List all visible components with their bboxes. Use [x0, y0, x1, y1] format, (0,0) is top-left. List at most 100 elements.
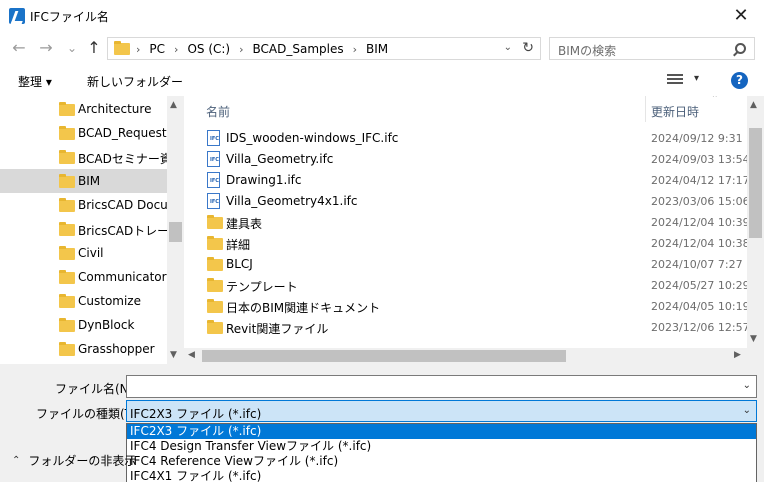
search-box[interactable]: BIMの検索 [549, 37, 755, 60]
breadcrumb-pc[interactable]: PC [149, 42, 165, 56]
sidebar-item-grasshopper[interactable]: Grasshopper [0, 337, 167, 361]
scroll-down-icon[interactable]: ▼ [170, 350, 177, 360]
new-folder-button[interactable]: 新しいフォルダー [87, 73, 183, 90]
breadcrumb-bim[interactable]: BIM [366, 42, 388, 56]
hide-folders-label: フォルダーの非表示 [28, 454, 137, 468]
title-bar: IFCファイル名 ✕ [0, 0, 764, 31]
sidebar-item-architecture[interactable]: Architecture [0, 97, 167, 121]
search-icon[interactable] [735, 43, 746, 54]
ifc-file-icon [207, 151, 221, 167]
filetype-option[interactable]: IFC4X1 ファイル (*.ifc) [127, 469, 756, 482]
chevron-down-icon[interactable]: ⌄ [743, 380, 751, 391]
back-arrow-icon[interactable]: ← [10, 39, 28, 57]
chevron-down-icon[interactable]: ⌄ [743, 405, 751, 416]
sidebar-item-bcad-requests[interactable]: BCAD_Requests [0, 121, 173, 145]
breadcrumb-drive[interactable]: OS (C:) [187, 42, 230, 56]
sidebar-item-label: Civil [78, 246, 104, 260]
file-name: BLCJ [226, 257, 253, 271]
folder-row[interactable]: BLCJ 2024/10/07 7:27 [184, 254, 747, 275]
sidebar-item-bim[interactable]: BIM [0, 169, 167, 193]
folder-icon [59, 198, 75, 212]
breadcrumb-sep: › [136, 42, 141, 56]
scrollbar-corner [747, 348, 764, 364]
scroll-right-icon[interactable]: ▶ [734, 350, 741, 360]
hide-folders-button[interactable]: ⌃ フォルダーの非表示 [12, 452, 136, 469]
folder-icon [59, 150, 75, 164]
folder-icon [59, 246, 75, 260]
file-date: 2023/03/06 15:06 [651, 195, 750, 208]
ifc-file-icon [207, 130, 221, 146]
file-name: Villa_Geometry4x1.ifc [226, 194, 358, 208]
file-list-vertical-scrollbar[interactable]: ▲ ▼ [747, 96, 764, 348]
file-name: Drawing1.ifc [226, 173, 302, 187]
scroll-up-icon[interactable]: ▲ [170, 100, 177, 110]
folder-row[interactable]: テンプレート 2024/05/27 10:29 [184, 275, 750, 296]
filetype-option[interactable]: IFC4 Reference Viewファイル (*.ifc) [127, 454, 756, 469]
file-date: 2024/12/04 10:38 [651, 237, 750, 250]
navigation-bar: ← → ⌄ ↑ › PC › OS (C:) › BCAD_Samples › … [0, 31, 764, 65]
help-icon[interactable]: ? [731, 72, 748, 89]
filetype-select[interactable]: IFC2X3 ファイル (*.ifc) ⌄ [126, 400, 757, 422]
sidebar-item-dynblock[interactable]: DynBlock [0, 313, 167, 337]
vertical-scroll-thumb[interactable] [749, 128, 762, 238]
column-divider[interactable] [645, 96, 646, 122]
folder-icon [59, 294, 75, 308]
file-row[interactable]: IDS_wooden-windows_IFC.ifc 2024/09/12 9:… [184, 128, 747, 149]
ifc-file-icon [207, 172, 221, 188]
folder-icon [59, 126, 75, 140]
file-list: 名前 ⌃ 更新日時 IDS_wooden-windows_IFC.ifc 202… [184, 96, 764, 364]
up-arrow-icon[interactable]: ↑ [85, 39, 103, 57]
breadcrumb-sep: › [174, 42, 179, 56]
sidebar-item-bcad-seminar[interactable]: BCADセミナー資料 [0, 145, 184, 169]
file-row[interactable]: Drawing1.ifc 2024/04/12 17:17 [184, 170, 750, 191]
scroll-left-icon[interactable]: ◀ [188, 350, 195, 360]
file-name: Revit関連ファイル [226, 322, 329, 336]
breadcrumb-sep: › [352, 42, 358, 56]
folder-row[interactable]: 建具表 2024/12/04 10:39 [184, 212, 750, 233]
folder-icon [207, 236, 223, 250]
scroll-down-icon[interactable]: ▼ [750, 334, 757, 344]
sidebar-item-civil[interactable]: Civil [0, 241, 167, 265]
column-header: 名前 ⌃ 更新日時 [184, 96, 747, 122]
sidebar-scrollbar[interactable]: ▲ ▼ [167, 96, 184, 364]
sidebar-scroll-thumb[interactable] [169, 222, 182, 242]
sidebar-item-communicator[interactable]: Communicator [0, 265, 167, 289]
organize-button[interactable]: 整理 ▾ [18, 73, 52, 90]
sidebar-item-bricscad-docum[interactable]: BricsCAD Docum [0, 193, 179, 217]
folder-row[interactable]: 日本のBIM関連ドキュメント 2024/04/05 10:19 [184, 296, 750, 317]
file-date: 2024/09/03 13:54 [651, 153, 750, 166]
view-options-icon[interactable] [667, 74, 683, 86]
sidebar-item-bricscad-training[interactable]: BricsCADトレーニン [0, 217, 184, 241]
file-list-horizontal-scrollbar[interactable]: ◀ ▶ [184, 348, 747, 364]
file-name: 建具表 [226, 217, 263, 231]
folder-row[interactable]: Revit関連ファイル 2023/12/06 12:57 [184, 317, 750, 338]
file-row[interactable]: Villa_Geometry.ifc 2024/09/03 13:54 [184, 149, 750, 170]
scroll-up-icon[interactable]: ▲ [750, 100, 757, 110]
file-name: Villa_Geometry.ifc [226, 152, 334, 166]
filetype-option[interactable]: IFC4 Design Transfer Viewファイル (*.ifc) [127, 439, 756, 454]
breadcrumb: › PC › OS (C:) › BCAD_Samples › BIM [136, 41, 388, 57]
address-bar[interactable]: › PC › OS (C:) › BCAD_Samples › BIM ⌄ ↻ [107, 37, 541, 60]
sidebar-item-customize[interactable]: Customize [0, 289, 167, 313]
search-input[interactable]: BIMの検索 [558, 42, 616, 59]
folder-row[interactable]: 詳細 2024/12/04 10:38 [184, 233, 750, 254]
column-name-header[interactable]: 名前 [206, 103, 230, 120]
recent-locations-icon[interactable]: ⌄ [63, 39, 81, 57]
file-date: 2024/04/12 17:17 [651, 174, 750, 187]
folder-icon [207, 320, 223, 334]
close-button[interactable]: ✕ [718, 0, 764, 31]
column-date-header[interactable]: 更新日時 [651, 103, 699, 120]
horizontal-scroll-thumb[interactable] [202, 350, 566, 362]
forward-arrow-icon[interactable]: → [37, 39, 55, 57]
navigation-pane: Architecture BCAD_Requests BCADセミナー資料 BI… [0, 96, 184, 364]
filetype-option[interactable]: IFC2X3 ファイル (*.ifc) [127, 424, 756, 439]
address-dropdown-icon[interactable]: ⌄ [504, 42, 512, 53]
sidebar-item-label: Architecture [78, 102, 152, 116]
file-row[interactable]: Villa_Geometry4x1.ifc 2023/03/06 15:06 [184, 191, 750, 212]
breadcrumb-bcad-samples[interactable]: BCAD_Samples [253, 42, 344, 56]
filename-input[interactable]: ⌄ [126, 375, 757, 398]
window-title: IFCファイル名 [30, 10, 109, 24]
refresh-icon[interactable]: ↻ [522, 40, 534, 56]
folder-icon [59, 270, 75, 284]
view-dropdown-icon[interactable]: ▾ [694, 73, 699, 84]
